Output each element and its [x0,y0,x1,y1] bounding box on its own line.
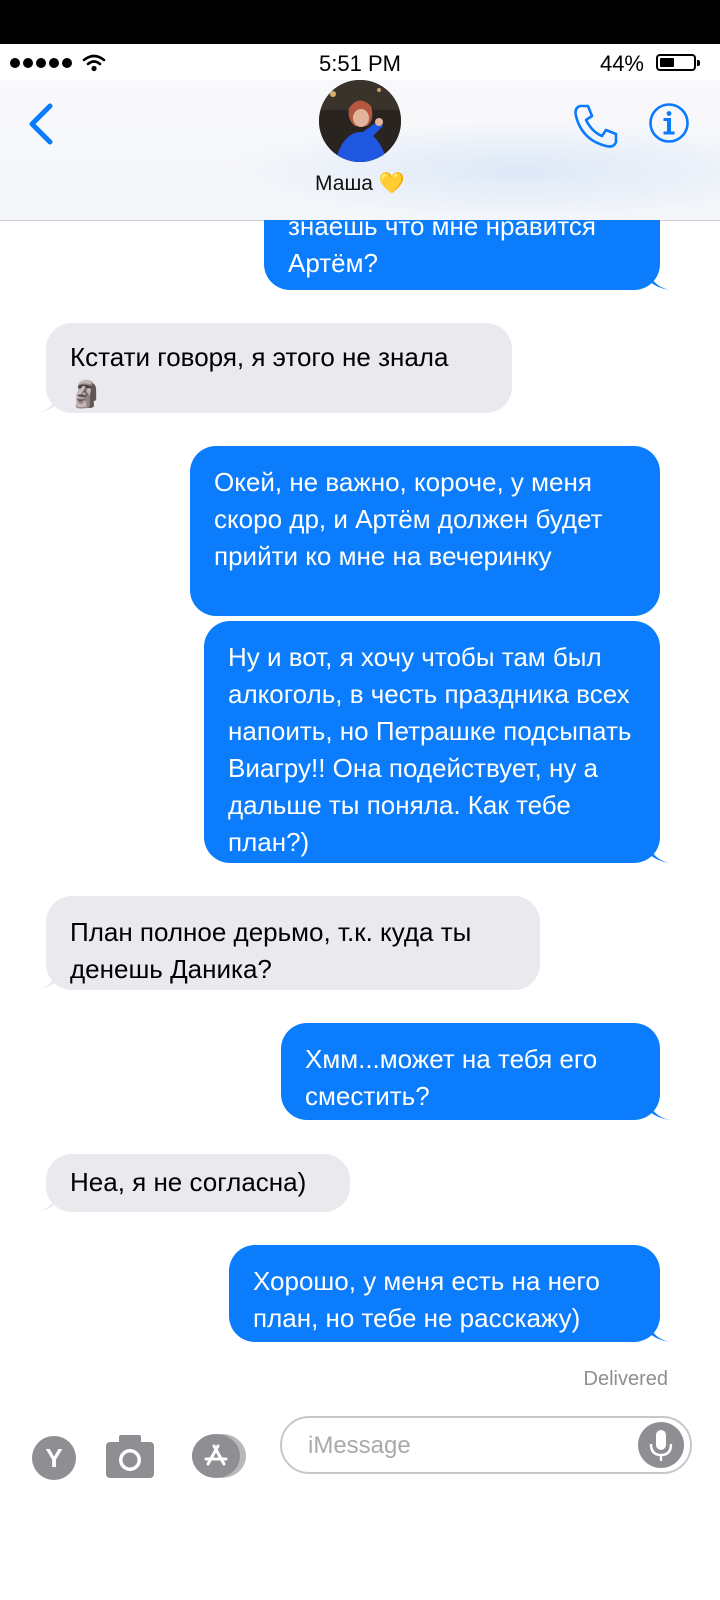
app-store-icon[interactable] [190,1432,248,1480]
camera-icon[interactable] [104,1432,156,1482]
message-text: знаешь что мне нравится Артём? [288,220,596,278]
contact-avatar[interactable] [319,80,401,162]
battery-fill [660,58,674,67]
message-text: Неа, я не согласна) [70,1167,307,1197]
message-text: Ну и вот, я хочу чтобы там был алкоголь,… [228,642,632,857]
message-thread[interactable]: знаешь что мне нравится Артём? Кстати го… [0,220,720,1400]
phone-icon[interactable] [570,100,622,152]
message-bubble-outgoing[interactable]: Хорошо, у меня есть на него план, но теб… [229,1245,670,1342]
message-bubble-incoming[interactable]: План полное дерьмо, т.к. куда ты денешь … [36,896,540,990]
microphone-button[interactable] [638,1422,684,1468]
microphone-icon [649,1430,673,1461]
info-icon[interactable] [648,102,690,144]
battery-icon [656,54,700,71]
message-bubble-outgoing[interactable]: Хмм...может на тебя его сместить? [281,1023,670,1120]
contact-emoji: 💛 [378,172,405,195]
message-text: Хорошо, у меня есть на него план, но теб… [253,1266,600,1333]
message-text: План полное дерьмо, т.к. куда ты денешь … [70,917,472,984]
conversation-header: Маша 💛 [0,80,720,221]
message-bubble-outgoing[interactable]: Ну и вот, я хочу чтобы там был алкоголь,… [204,621,670,863]
message-bubble-outgoing[interactable]: знаешь что мне нравится Артём? [264,220,670,290]
message-text: Кстати говоря, я этого не знала 🗿 [70,342,449,409]
top-black-bar [0,0,720,44]
message-bubble-incoming[interactable]: Неа, я не согласна) [36,1154,350,1212]
message-composer: Y iMessage [0,1400,720,1600]
contact-name[interactable]: Маша 💛 [0,172,720,196]
message-input[interactable]: iMessage [280,1416,692,1474]
message-input-placeholder: iMessage [308,1432,411,1459]
delivered-label: Delivered [583,1368,668,1390]
message-text: Окей, не важно, короче, у меня скоро др,… [214,467,603,571]
message-bubble-incoming[interactable]: Кстати говоря, я этого не знала 🗿 [36,323,512,413]
message-bubble-outgoing[interactable]: Окей, не важно, короче, у меня скоро др,… [190,446,660,616]
status-bar: 5:51 PM 44% [0,44,720,80]
back-chevron-icon[interactable] [22,100,62,148]
contact-name-text: Маша [315,172,373,195]
battery-percentage: 44% [599,51,644,76]
app-button[interactable]: Y [32,1436,76,1480]
message-text: Хмм...может на тебя его сместить? [305,1044,598,1111]
